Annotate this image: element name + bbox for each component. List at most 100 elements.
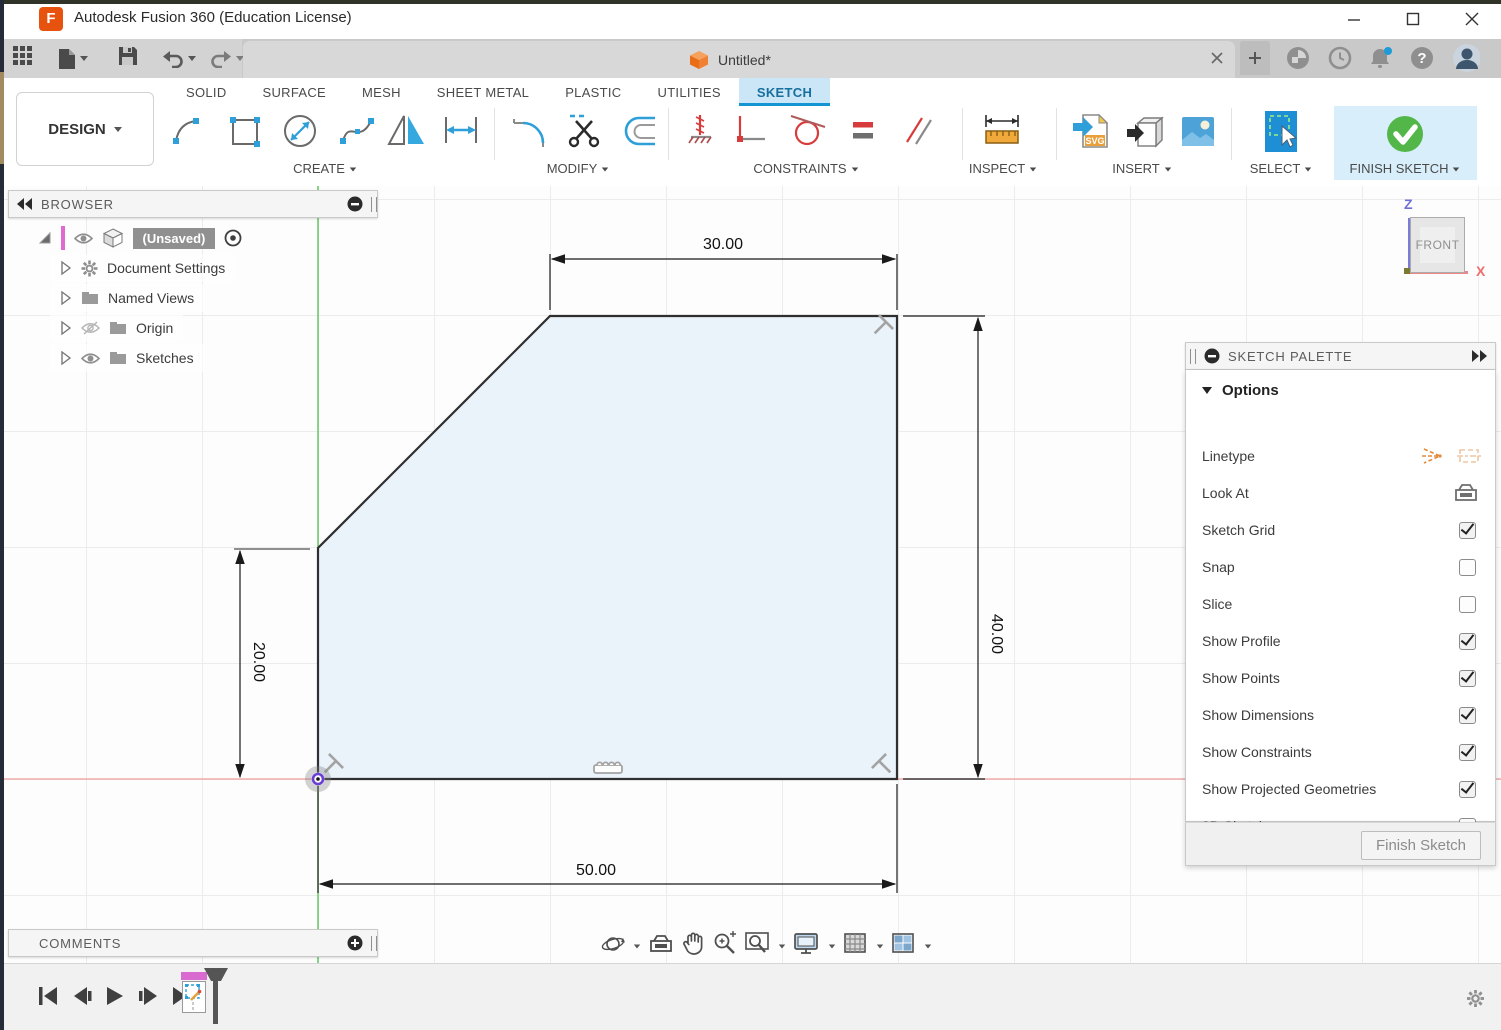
group-label-finish-sketch[interactable]: FINISH SKETCH <box>1320 161 1490 176</box>
visibility-off-eye-icon[interactable] <box>81 321 100 335</box>
show-dimensions-checkbox[interactable] <box>1459 707 1476 724</box>
create-dimension-button[interactable] <box>438 108 484 156</box>
display-settings-caret-icon[interactable] <box>829 944 835 948</box>
expand-collapse-icon[interactable] <box>38 231 52 245</box>
pan-button[interactable] <box>681 931 705 962</box>
constraint-tangent-button[interactable] <box>785 108 831 156</box>
insert-mesh-button[interactable] <box>1122 108 1168 156</box>
viewcube-front-face[interactable]: FRONT <box>1410 217 1465 273</box>
browser-item-document-settings[interactable]: Document Settings <box>50 254 235 282</box>
modify-offset-button[interactable] <box>617 108 663 156</box>
look-at-icon[interactable] <box>1453 482 1479 504</box>
constraint-fix-button[interactable] <box>679 108 725 156</box>
save-button[interactable] <box>118 46 138 71</box>
grid-snap-caret-icon[interactable] <box>877 944 883 948</box>
visibility-eye-icon[interactable] <box>81 352 100 365</box>
modify-trim-button[interactable] <box>562 108 608 156</box>
tab-plastic[interactable]: PLASTIC <box>547 78 639 106</box>
show-profile-checkbox[interactable] <box>1459 633 1476 650</box>
options-section-header[interactable]: Options <box>1202 382 1279 399</box>
display-settings-button[interactable] <box>793 931 821 962</box>
workspace-selector[interactable]: DESIGN <box>16 92 154 166</box>
tab-surface[interactable]: SURFACE <box>245 78 345 106</box>
add-comment-icon[interactable] <box>347 935 363 951</box>
finish-sketch-button[interactable] <box>1382 110 1428 158</box>
extensions-button[interactable] <box>1284 44 1312 72</box>
browser-header[interactable]: BROWSER <box>8 190 378 218</box>
orbit-button[interactable] <box>600 931 626 962</box>
tab-solid[interactable]: SOLID <box>168 78 245 106</box>
window-close-button[interactable] <box>1455 6 1489 32</box>
viewports-caret-icon[interactable] <box>925 944 931 948</box>
create-rectangle-button[interactable] <box>222 108 268 156</box>
create-circle-button[interactable] <box>277 108 323 156</box>
remove-panel-icon[interactable] <box>347 196 363 212</box>
create-mirror-button[interactable] <box>384 108 430 156</box>
slice-checkbox[interactable] <box>1459 596 1476 613</box>
sketch-grid-checkbox[interactable] <box>1459 522 1476 539</box>
show-constraints-checkbox[interactable] <box>1459 744 1476 761</box>
browser-item-sketches[interactable]: Sketches <box>50 344 204 372</box>
file-menu-button[interactable] <box>58 48 88 70</box>
select-button[interactable] <box>1258 108 1304 156</box>
sketch-palette-header[interactable]: SKETCH PALETTE <box>1185 342 1496 370</box>
browser-root-row[interactable]: (Unsaved) <box>28 224 252 252</box>
insert-canvas-button[interactable] <box>1175 108 1221 156</box>
timeline-options-gear-button[interactable] <box>1466 989 1485 1008</box>
help-button[interactable]: ? <box>1408 44 1436 72</box>
constraint-coincident-button[interactable] <box>729 108 775 156</box>
job-status-button[interactable] <box>1326 44 1354 72</box>
show-points-checkbox[interactable] <box>1459 670 1476 687</box>
panel-drag-grip[interactable] <box>371 936 377 951</box>
document-tab-close-button[interactable] <box>1211 51 1223 69</box>
timeline-playhead[interactable] <box>198 968 228 1024</box>
grid-snap-button[interactable] <box>843 931 869 962</box>
zoom-window-button[interactable] <box>745 931 771 962</box>
panel-drag-grip[interactable] <box>371 197 377 212</box>
browser-item-origin[interactable]: Origin <box>50 314 183 342</box>
visibility-eye-icon[interactable] <box>74 232 93 245</box>
timeline-step-forward-button[interactable] <box>138 986 158 1006</box>
zoom-window-caret-icon[interactable] <box>779 944 785 948</box>
timeline-go-to-start-button[interactable] <box>38 986 58 1006</box>
document-name-label[interactable]: (Unsaved) <box>133 228 216 249</box>
inspect-measure-button[interactable] <box>979 108 1025 156</box>
expand-panel-icon[interactable] <box>1471 350 1487 362</box>
expand-caret-icon[interactable] <box>60 261 72 275</box>
window-maximize-button[interactable] <box>1396 6 1430 32</box>
snap-checkbox[interactable] <box>1459 559 1476 576</box>
tab-utilities[interactable]: UTILITIES <box>640 78 739 106</box>
group-label-create[interactable]: CREATE <box>240 161 410 176</box>
app-grid-menu-button[interactable] <box>12 45 34 72</box>
notifications-button[interactable] <box>1367 44 1395 72</box>
expand-caret-icon[interactable] <box>60 291 72 305</box>
tab-sheet-metal[interactable]: SHEET METAL <box>419 78 547 106</box>
user-account-button[interactable] <box>1452 44 1480 72</box>
new-tab-button[interactable] <box>1240 41 1270 75</box>
zoom-button[interactable] <box>712 931 738 962</box>
look-at-button[interactable] <box>648 932 674 961</box>
browser-item-named-views[interactable]: Named Views <box>50 284 204 312</box>
timeline-step-back-button[interactable] <box>72 986 92 1006</box>
undo-button[interactable] <box>162 50 196 68</box>
create-arc-button[interactable] <box>167 108 213 156</box>
create-spline-button[interactable] <box>335 108 381 156</box>
remove-panel-icon[interactable] <box>1204 348 1220 364</box>
modify-fillet-button[interactable] <box>507 108 553 156</box>
constraint-equal-button[interactable] <box>841 108 887 156</box>
expand-caret-icon[interactable] <box>60 351 72 365</box>
redo-button[interactable] <box>210 50 244 68</box>
timeline-play-button[interactable] <box>106 986 124 1006</box>
document-tab[interactable]: Untitled* <box>243 41 1235 78</box>
show-projected-geometries-checkbox[interactable] <box>1459 781 1476 798</box>
expand-caret-icon[interactable] <box>60 321 72 335</box>
panel-drag-grip[interactable] <box>1190 349 1196 364</box>
comments-header[interactable]: COMMENTS <box>8 929 378 957</box>
viewports-button[interactable] <box>891 931 917 962</box>
tab-sketch[interactable]: SKETCH <box>739 78 830 106</box>
finish-sketch-palette-button[interactable]: Finish Sketch <box>1361 831 1481 860</box>
construction-linetype-icon[interactable] <box>1420 445 1444 467</box>
activate-radio-icon[interactable] <box>224 229 242 247</box>
tab-mesh[interactable]: MESH <box>344 78 419 106</box>
window-minimize-button[interactable] <box>1337 6 1371 32</box>
